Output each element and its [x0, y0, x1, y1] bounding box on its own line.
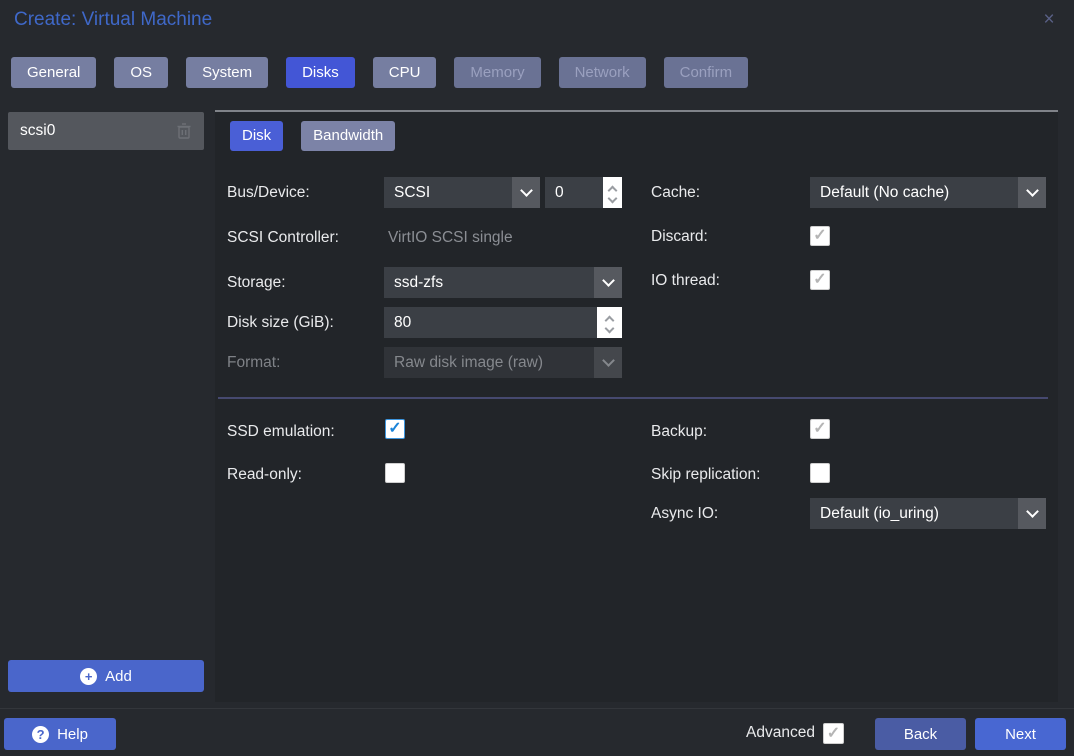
tab-memory: Memory: [454, 57, 540, 88]
disk-item-label: scsi0: [20, 122, 176, 140]
discard-label: Discard:: [651, 221, 708, 252]
back-button[interactable]: Back: [875, 718, 966, 750]
device-number-input[interactable]: [545, 177, 603, 208]
disk-size-field[interactable]: [384, 307, 622, 338]
read-only-label: Read-only:: [227, 459, 302, 490]
disk-size-spinner[interactable]: [597, 307, 622, 338]
chevron-down-icon: [602, 274, 615, 287]
bus-device-label: Bus/Device:: [227, 177, 310, 208]
io-thread-checkbox[interactable]: ✓: [810, 270, 830, 290]
trash-icon[interactable]: [176, 122, 192, 140]
ssd-emulation-checkbox[interactable]: ✓: [385, 419, 405, 439]
device-number-field[interactable]: [545, 177, 622, 208]
discard-checkbox[interactable]: ✓: [810, 226, 830, 246]
cache-combo-trigger[interactable]: [1018, 177, 1046, 208]
async-io-label: Async IO:: [651, 498, 718, 529]
disk-size-input[interactable]: [384, 307, 597, 338]
async-io-combo-trigger[interactable]: [1018, 498, 1046, 529]
tab-general[interactable]: General: [11, 57, 96, 88]
chevron-down-icon: [1026, 505, 1039, 518]
help-button[interactable]: ? Help: [4, 718, 116, 750]
wizard-tabbar: General OS System Disks CPU Memory Netwo…: [11, 57, 748, 88]
plus-icon: +: [80, 668, 97, 685]
advanced-label: Advanced: [746, 722, 815, 744]
advanced-separator: [218, 397, 1048, 399]
advanced-toggle: Advanced ✓: [746, 722, 844, 744]
chevron-down-icon: [602, 354, 615, 367]
backup-label: Backup:: [651, 416, 707, 447]
spinner-down-icon: [608, 193, 618, 203]
backup-checkbox[interactable]: ✓: [810, 419, 830, 439]
cache-combo-value: Default (No cache): [810, 177, 1018, 208]
chevron-down-icon: [1026, 184, 1039, 197]
tab-network: Network: [559, 57, 646, 88]
next-button[interactable]: Next: [975, 718, 1066, 750]
format-combo-value: Raw disk image (raw): [384, 347, 594, 378]
tab-system[interactable]: System: [186, 57, 268, 88]
async-io-combo[interactable]: Default (io_uring): [810, 498, 1046, 529]
subtab-bandwidth[interactable]: Bandwidth: [301, 121, 395, 151]
close-icon[interactable]: ×: [1036, 7, 1062, 33]
disk-size-label: Disk size (GiB):: [227, 307, 334, 338]
storage-label: Storage:: [227, 267, 286, 298]
help-button-label: Help: [57, 726, 88, 743]
tab-confirm: Confirm: [664, 57, 749, 88]
advanced-checkbox[interactable]: ✓: [823, 723, 844, 744]
footer-divider: [0, 708, 1074, 709]
scsi-controller-label: SCSI Controller:: [227, 222, 339, 253]
storage-combo-trigger[interactable]: [594, 267, 622, 298]
storage-combo-value: ssd-zfs: [384, 267, 594, 298]
storage-combo[interactable]: ssd-zfs: [384, 267, 622, 298]
cache-label: Cache:: [651, 177, 700, 208]
io-thread-label: IO thread:: [651, 265, 720, 296]
bus-combo[interactable]: SCSI: [384, 177, 540, 208]
skip-replication-checkbox[interactable]: [810, 463, 830, 483]
async-io-combo-value: Default (io_uring): [810, 498, 1018, 529]
bus-combo-value: SCSI: [384, 177, 512, 208]
read-only-checkbox[interactable]: [385, 463, 405, 483]
skip-replication-label: Skip replication:: [651, 459, 760, 490]
tab-os[interactable]: OS: [114, 57, 168, 88]
format-combo: Raw disk image (raw): [384, 347, 622, 378]
scsi-controller-value: VirtIO SCSI single: [388, 222, 513, 253]
cache-combo[interactable]: Default (No cache): [810, 177, 1046, 208]
device-spinner[interactable]: [603, 177, 622, 208]
bus-combo-trigger[interactable]: [512, 177, 540, 208]
spinner-down-icon: [605, 323, 615, 333]
add-button-label: Add: [105, 668, 132, 685]
format-combo-trigger: [594, 347, 622, 378]
help-icon: ?: [32, 726, 49, 743]
sidebar-item-scsi0[interactable]: scsi0: [8, 112, 204, 150]
disk-subtabs: Disk Bandwidth: [230, 121, 395, 151]
add-button[interactable]: + Add: [8, 660, 204, 692]
page-title: Create: Virtual Machine: [14, 9, 212, 31]
tab-cpu[interactable]: CPU: [373, 57, 437, 88]
ssd-emulation-label: SSD emulation:: [227, 416, 335, 447]
tab-disks[interactable]: Disks: [286, 57, 355, 88]
format-label: Format:: [227, 347, 280, 378]
subtab-disk[interactable]: Disk: [230, 121, 283, 151]
chevron-down-icon: [520, 184, 533, 197]
